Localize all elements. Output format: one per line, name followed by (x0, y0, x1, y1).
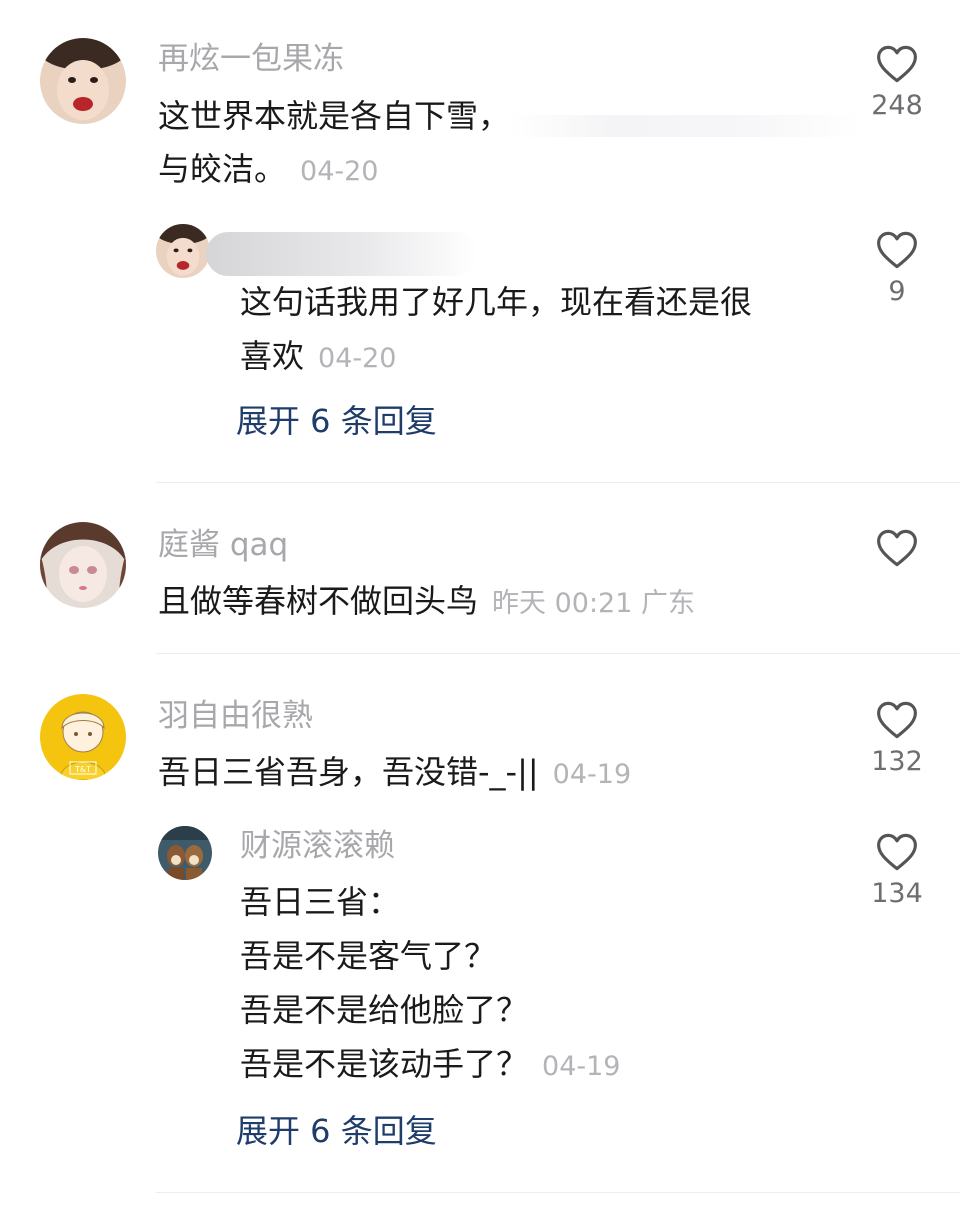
blurred-text (510, 115, 860, 137)
heart-outline-icon (877, 833, 917, 871)
comment-text: 与皎洁。 04-20 (158, 153, 378, 185)
comment-text: 吾日三省吾身，吾没错-_-|| 04-19 (158, 756, 631, 788)
divider (156, 1192, 960, 1193)
reply-date: 04-19 (542, 1051, 621, 1082)
blurred-username (206, 232, 478, 276)
comment-date: 04-20 (300, 156, 379, 187)
reply-text: 吾是不是该动手了？ 04-19 (240, 1048, 620, 1080)
expand-replies-button[interactable]: 展开 6 条回复 (236, 1115, 437, 1147)
avatar[interactable] (40, 38, 126, 124)
reply-text: 喜欢 04-20 (240, 340, 396, 372)
like-count: 9 (888, 276, 906, 307)
like-button[interactable]: 248 (857, 44, 937, 119)
reply-text-line: 喜欢 (240, 337, 305, 375)
avatar-logo-text: T&T (74, 765, 91, 774)
avatar[interactable] (156, 224, 210, 278)
comment-username[interactable]: 羽自由很熟 (158, 701, 313, 732)
heart-outline-icon (877, 231, 917, 269)
reply-text: 吾是不是客气了？ (240, 937, 497, 975)
divider (156, 482, 960, 483)
heart-outline-icon (877, 529, 917, 567)
like-button[interactable]: 132 (857, 700, 937, 775)
comment-text: 且做等春树不做回头鸟 昨天 00:21 广东 (158, 585, 695, 617)
divider (156, 653, 960, 654)
reply-text: 吾是不是给他脸了？ (240, 991, 529, 1029)
avatar[interactable] (158, 826, 212, 880)
reply-username[interactable]: 财源滚滚赖 (240, 831, 395, 862)
comment-username[interactable]: 再炫一包果冻 (158, 44, 344, 75)
like-button[interactable]: 134 (857, 832, 937, 907)
comment-text-line: 吾日三省吾身，吾没错-_-|| (158, 753, 539, 791)
comment-date: 04-19 (552, 759, 632, 790)
avatar[interactable] (40, 522, 126, 608)
heart-outline-icon (877, 45, 917, 83)
like-button[interactable]: 9 (857, 230, 937, 305)
heart-outline-icon (877, 701, 917, 739)
avatar[interactable]: T&T (40, 694, 126, 780)
reply-text-line: 吾是不是该动手了？ (240, 1045, 529, 1083)
reply-text: 吾日三省： (240, 883, 401, 921)
like-count: 134 (871, 878, 923, 909)
expand-replies-button[interactable]: 展开 6 条回复 (236, 405, 437, 437)
comment-username[interactable]: 庭酱 qaq (158, 530, 288, 561)
like-count: 132 (871, 746, 923, 777)
comment-text: 这世界本就是各自下雪， (158, 97, 511, 135)
comment-meta: 昨天 00:21 广东 (492, 588, 695, 619)
comment-text-line: 与皎洁。 (158, 150, 287, 188)
like-button[interactable] (857, 528, 937, 568)
comment-text-line: 且做等春树不做回头鸟 (158, 582, 479, 620)
reply-date: 04-20 (318, 343, 397, 374)
like-count: 248 (871, 90, 923, 121)
reply-text: 这句话我用了好几年，现在看还是很 (240, 283, 753, 321)
